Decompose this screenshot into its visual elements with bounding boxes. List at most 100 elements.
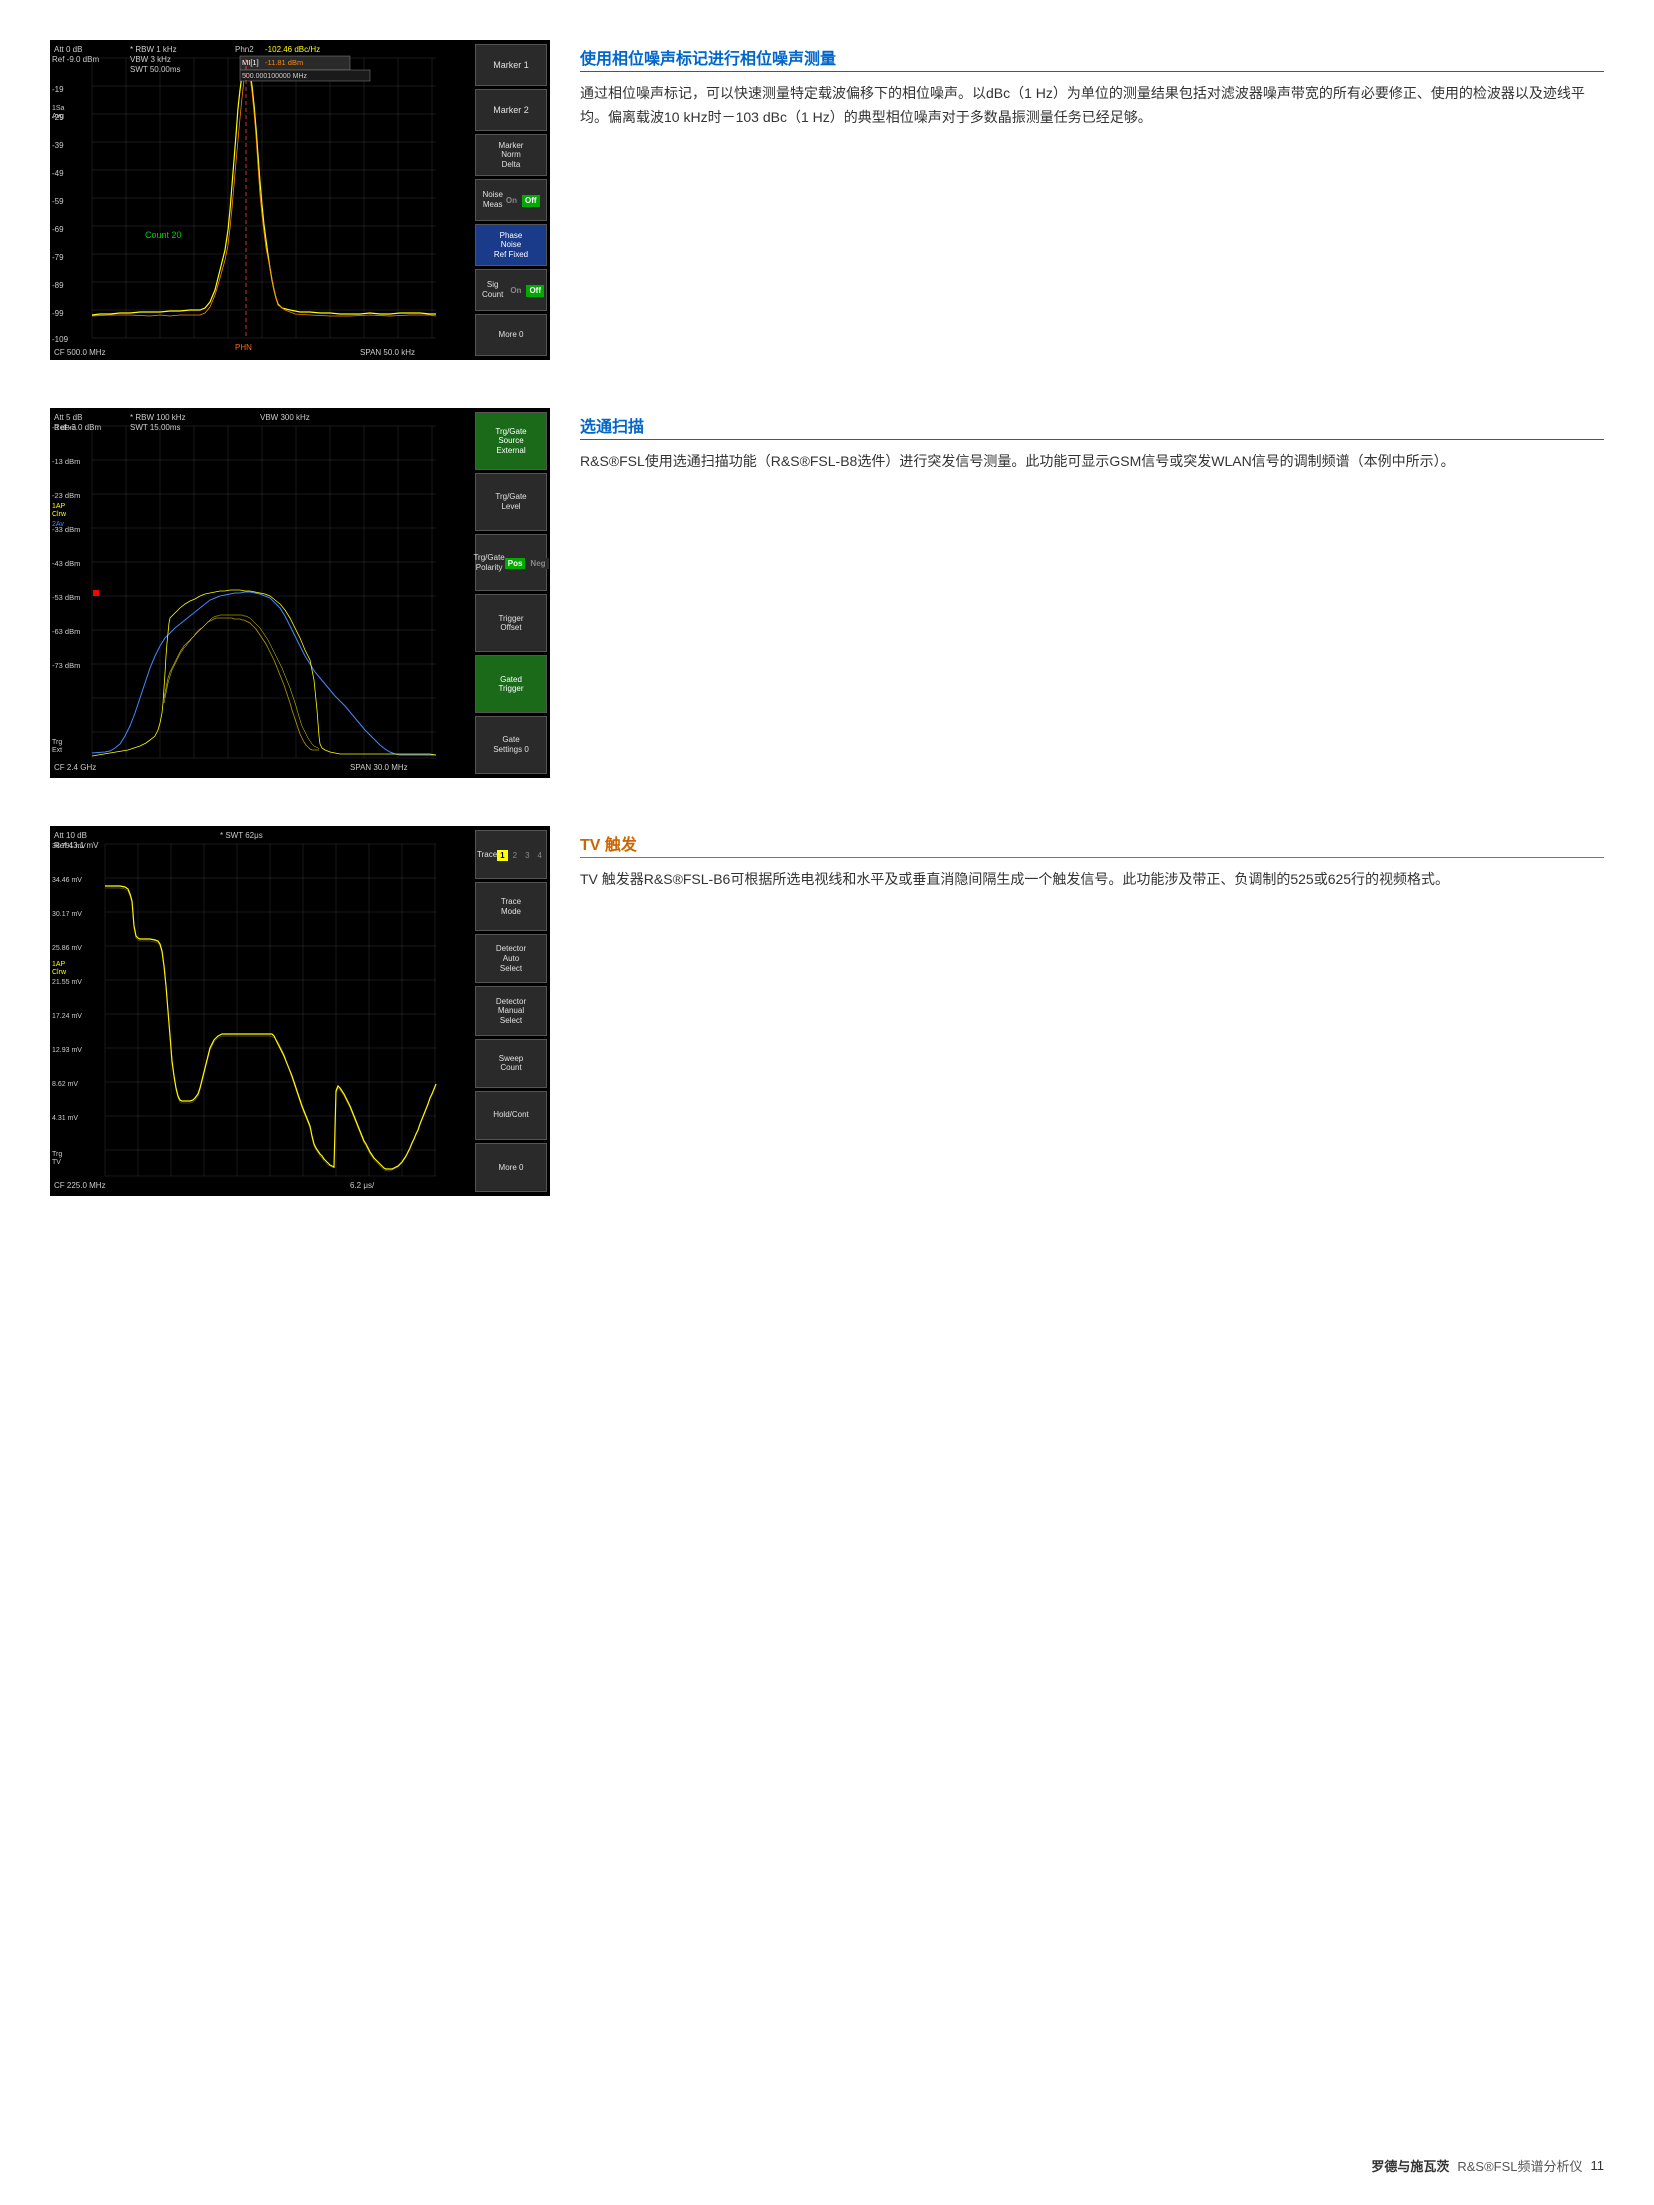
svg-text:Ext: Ext: [52, 747, 62, 754]
section-gate-sweep: Att 5 dB * RBW 100 kHz VBW 300 kHz SWT 1…: [50, 408, 1604, 778]
svg-text:-59: -59: [52, 197, 64, 206]
svg-text:-63 dBm: -63 dBm: [52, 627, 80, 636]
svg-text:MI[1]: MI[1]: [242, 58, 259, 67]
body-phase-noise: 通过相位噪声标记，可以快速测量特定载波偏移下的相位噪声。以dBc（1 Hz）为单…: [580, 82, 1604, 130]
spectrum-svg-phase-noise: Att 0 dB * RBW 1 kHz Phn2 -102.46 dBc/Hz…: [50, 40, 472, 360]
spectrum-display-tv: Att 10 dB * SWT 62μs Ref 43.1 mV 38.791 …: [50, 826, 550, 1196]
svg-text:6.2 μs/: 6.2 μs/: [350, 1181, 375, 1190]
svg-text:-73 dBm: -73 dBm: [52, 661, 80, 670]
body-tv-trigger: TV 触发器R&S®FSL-B6可根据所选电视线和水平及或垂直消隐间隔生成一个触…: [580, 868, 1604, 892]
btn-trace-mode[interactable]: TraceMode: [475, 882, 547, 931]
svg-text:-13 dBm: -13 dBm: [52, 457, 80, 466]
btn-trace-select[interactable]: Trace 1 2 3 4: [475, 830, 547, 879]
svg-text:* RBW 1 kHz: * RBW 1 kHz: [130, 45, 177, 54]
btn-hold-cont[interactable]: Hold/Cont: [475, 1091, 547, 1140]
svg-text:12.93 mV: 12.93 mV: [52, 1047, 82, 1054]
svg-text:38.791 mV: 38.791 mV: [52, 843, 86, 850]
btn-detector-auto-select[interactable]: DetectorAutoSelect: [475, 934, 547, 983]
svg-text:1Sa: 1Sa: [52, 105, 65, 112]
screen-phase-noise: Att 0 dB * RBW 1 kHz Phn2 -102.46 dBc/Hz…: [50, 40, 550, 360]
svg-text:8.62 mV: 8.62 mV: [52, 1081, 78, 1088]
footer-product: R&S®FSL频谱分析仪: [1457, 2156, 1582, 2175]
spectrum-svg-tv: Att 10 dB * SWT 62μs Ref 43.1 mV 38.791 …: [50, 826, 472, 1196]
svg-text:Att 10 dB: Att 10 dB: [54, 831, 87, 840]
btn-trg-gate-source[interactable]: Trg/GateSourceExternal: [475, 412, 547, 470]
btn-marker-norm-delta[interactable]: MarkerNormDelta: [475, 134, 547, 176]
svg-text:Phn2: Phn2: [235, 45, 254, 54]
sidebar-phase-noise: Marker 1 Marker 2 MarkerNormDelta NoiseM…: [472, 40, 550, 360]
svg-text:SWT 50.00ms: SWT 50.00ms: [130, 65, 181, 74]
svg-text:-23 dBm: -23 dBm: [52, 491, 80, 500]
svg-text:34.46 mV: 34.46 mV: [52, 877, 82, 884]
svg-text:* RBW 100 kHz: * RBW 100 kHz: [130, 413, 186, 422]
svg-text:TV: TV: [52, 1159, 61, 1166]
svg-text:1AP: 1AP: [52, 961, 66, 968]
btn-trigger-offset[interactable]: TriggerOffset: [475, 594, 547, 652]
btn-more-tv[interactable]: More 0: [475, 1143, 547, 1192]
svg-text:-53 dBm: -53 dBm: [52, 593, 80, 602]
svg-text:Avg: Avg: [52, 113, 64, 120]
btn-gate-settings[interactable]: GateSettings 0: [475, 716, 547, 774]
svg-text:Count 20: Count 20: [145, 230, 182, 240]
svg-text:SPAN 50.0 kHz: SPAN 50.0 kHz: [360, 348, 415, 357]
svg-text:Clrw: Clrw: [52, 969, 67, 976]
svg-text:PHN: PHN: [235, 343, 252, 352]
screen-tv-trigger: Att 10 dB * SWT 62μs Ref 43.1 mV 38.791 …: [50, 826, 550, 1196]
svg-text:VBW 3 kHz: VBW 3 kHz: [130, 55, 171, 64]
svg-text:CF 2.4 GHz: CF 2.4 GHz: [54, 763, 96, 772]
svg-text:Ref -9.0 dBm: Ref -9.0 dBm: [52, 55, 99, 64]
btn-detector-manual-select[interactable]: DetectorManualSelect: [475, 986, 547, 1035]
svg-text:SWT 15.00ms: SWT 15.00ms: [130, 423, 181, 432]
svg-text:-39: -39: [52, 141, 64, 150]
svg-text:Clrw: Clrw: [52, 511, 67, 518]
footer-brand: 罗德与施瓦茨: [1371, 2156, 1449, 2175]
section-phase-noise: Att 0 dB * RBW 1 kHz Phn2 -102.46 dBc/Hz…: [50, 40, 1604, 360]
btn-marker1[interactable]: Marker 1: [475, 44, 547, 86]
svg-text:1AP: 1AP: [52, 503, 66, 510]
sidebar-tv: Trace 1 2 3 4 TraceMode DetectorAutoSele…: [472, 826, 550, 1196]
svg-text:500.000100000 MHz: 500.000100000 MHz: [242, 73, 307, 80]
svg-text:-102.46 dBc/Hz: -102.46 dBc/Hz: [265, 45, 320, 54]
svg-text:17.24 mV: 17.24 mV: [52, 1013, 82, 1020]
svg-text:-69: -69: [52, 225, 64, 234]
btn-more-0[interactable]: More 0: [475, 314, 547, 356]
svg-text:Trg: Trg: [52, 739, 62, 746]
content-phase-noise: 使用相位噪声标记进行相位噪声测量 通过相位噪声标记，可以快速测量特定载波偏移下的…: [580, 40, 1604, 130]
content-tv-trigger: TV 触发 TV 触发器R&S®FSL-B6可根据所选电视线和水平及或垂直消隐间…: [580, 826, 1604, 892]
btn-noise-meas[interactable]: NoiseMeasOnOff: [475, 179, 547, 221]
svg-text:Trg: Trg: [52, 1151, 62, 1158]
svg-text:30.17 mV: 30.17 mV: [52, 911, 82, 918]
title-tv-trigger: TV 触发: [580, 831, 1604, 858]
svg-text:4.31 mV: 4.31 mV: [52, 1115, 78, 1122]
btn-sig-count[interactable]: Sig CountOnOff: [475, 269, 547, 311]
spectrum-svg-gate: Att 5 dB * RBW 100 kHz VBW 300 kHz SWT 1…: [50, 408, 472, 778]
svg-text:-79: -79: [52, 253, 64, 262]
svg-text:VBW 300 kHz: VBW 300 kHz: [260, 413, 310, 422]
svg-text:SPAN 30.0 MHz: SPAN 30.0 MHz: [350, 763, 408, 772]
spectrum-display-gate: Att 5 dB * RBW 100 kHz VBW 300 kHz SWT 1…: [50, 408, 550, 778]
svg-text:21.55 mV: 21.55 mV: [52, 979, 82, 986]
btn-sweep-count[interactable]: SweepCount: [475, 1039, 547, 1088]
btn-phase-noise-ref[interactable]: PhaseNoiseRef Fixed: [475, 224, 547, 266]
svg-text:-89: -89: [52, 281, 64, 290]
svg-text:Att 5 dB: Att 5 dB: [54, 413, 82, 422]
svg-text:-43 dBm: -43 dBm: [52, 559, 80, 568]
svg-text:* SWT 62μs: * SWT 62μs: [220, 831, 263, 840]
btn-gated-trigger[interactable]: GatedTrigger: [475, 655, 547, 713]
title-gate-sweep: 选通扫描: [580, 413, 1604, 440]
btn-trg-gate-polarity[interactable]: Trg/GatePolarityPosNeg: [475, 534, 547, 592]
body-gate-sweep: R&S®FSL使用选通扫描功能（R&S®FSL-B8选件）进行突发信号测量。此功…: [580, 450, 1604, 474]
page-footer: 罗德与施瓦茨 R&S®FSL频谱分析仪 11: [1371, 2156, 1604, 2175]
svg-text:2Av: 2Av: [52, 521, 64, 528]
svg-text:-11.81 dBm: -11.81 dBm: [265, 58, 303, 67]
footer-page: 11: [1591, 2158, 1605, 2173]
btn-marker2[interactable]: Marker 2: [475, 89, 547, 131]
svg-text:-99: -99: [52, 309, 64, 318]
section-tv-trigger: Att 10 dB * SWT 62μs Ref 43.1 mV 38.791 …: [50, 826, 1604, 1196]
btn-trg-gate-level[interactable]: Trg/GateLevel: [475, 473, 547, 531]
content-gate-sweep: 选通扫描 R&S®FSL使用选通扫描功能（R&S®FSL-B8选件）进行突发信号…: [580, 408, 1604, 474]
sidebar-gate: Trg/GateSourceExternal Trg/GateLevel Trg…: [472, 408, 550, 778]
svg-text:CF 500.0 MHz: CF 500.0 MHz: [54, 348, 106, 357]
spectrum-display-phase-noise: Att 0 dB * RBW 1 kHz Phn2 -102.46 dBc/Hz…: [50, 40, 550, 360]
screen-gate-sweep: Att 5 dB * RBW 100 kHz VBW 300 kHz SWT 1…: [50, 408, 550, 778]
